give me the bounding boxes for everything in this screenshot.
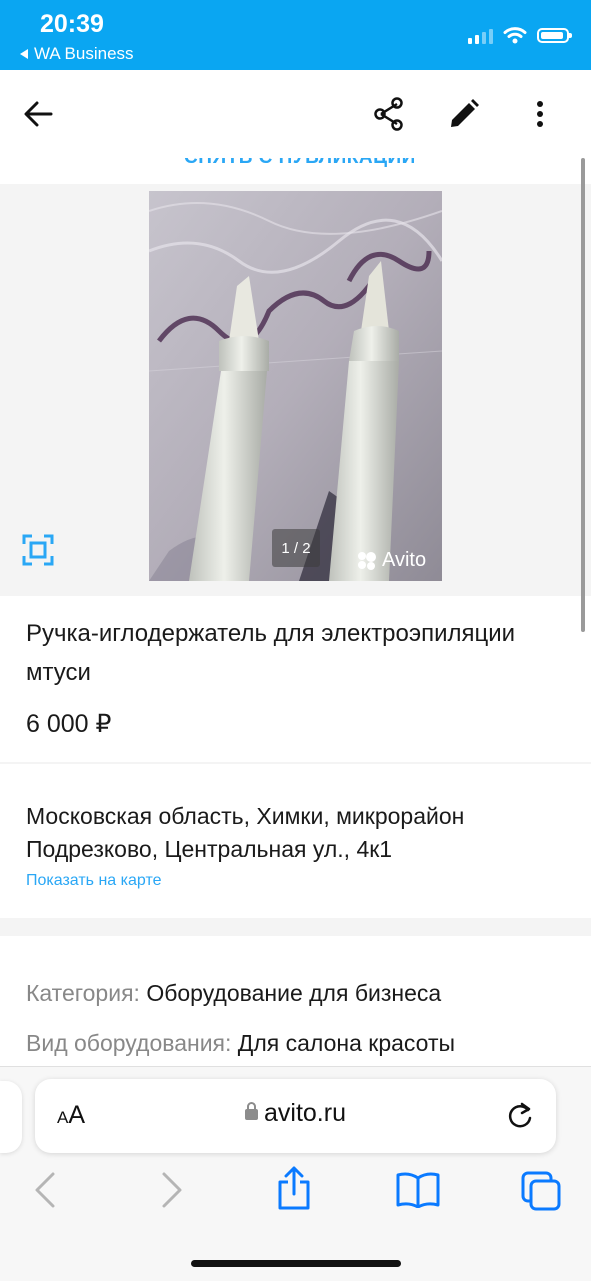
back-triangle-icon (20, 49, 28, 59)
battery-icon (537, 27, 572, 43)
fullscreen-button[interactable] (22, 534, 54, 566)
avito-logo-icon (358, 551, 376, 570)
previous-tab-peek[interactable] (0, 1081, 22, 1153)
forward-icon (162, 1172, 182, 1208)
property-key: Категория: (26, 980, 140, 1006)
back-app-label: WA Business (34, 44, 134, 63)
app-bar (0, 70, 591, 159)
browser-share-button[interactable] (276, 1166, 312, 1217)
share-icon (374, 97, 403, 131)
expand-icon (22, 534, 54, 566)
photo-image (149, 191, 442, 581)
show-on-map-link[interactable]: Показать на карте (26, 872, 161, 890)
property-value: Для салона красоты (237, 1030, 456, 1056)
lock-icon (245, 1102, 258, 1120)
tabs-icon (521, 1171, 561, 1211)
status-icons (468, 26, 572, 44)
property-category: Категория: Оборудование для бизнеса (26, 980, 441, 1007)
photo-counter: 1 / 2 (272, 529, 320, 567)
more-vert-icon (537, 101, 543, 127)
avito-watermark-text: Avito (382, 549, 427, 571)
more-options-button[interactable] (520, 94, 560, 134)
browser-forward-button[interactable] (160, 1170, 184, 1215)
back-button[interactable] (18, 94, 58, 134)
clock: 20:39 (40, 10, 104, 38)
browser-back-button[interactable] (33, 1170, 57, 1215)
unpublish-button[interactable]: СНЯТЬ С ПУБЛИКАЦИИ (0, 158, 591, 184)
wifi-icon (503, 27, 527, 44)
unpublish-label: СНЯТЬ С ПУБЛИКАЦИИ (184, 158, 416, 169)
bookmarks-icon (396, 1172, 440, 1209)
listing-address: Московская область, Химки, микрорайон По… (26, 803, 465, 862)
photo-gallery[interactable]: Avito 1 / 2 (0, 184, 591, 596)
avito-watermark: Avito (356, 549, 426, 572)
reload-icon (508, 1102, 532, 1128)
url-display[interactable]: avito.ru (35, 1099, 556, 1128)
share-button[interactable] (369, 94, 409, 134)
property-value: Оборудование для бизнеса (146, 980, 442, 1006)
signal-icon (468, 26, 493, 44)
listing-price: 6 000 ₽ (26, 710, 112, 738)
back-to-app-link[interactable]: WA Business (20, 44, 134, 64)
status-bar: 20:39 WA Business (0, 0, 591, 70)
listing-photo[interactable]: Avito (149, 191, 442, 581)
property-equipment-type: Вид оборудования: Для салона красоты (26, 1030, 455, 1057)
edit-pencil-icon (451, 99, 479, 127)
back-icon (35, 1172, 55, 1208)
listing-title: Ручка-иглодержатель для электроэпиляции … (26, 620, 516, 686)
share-icon (278, 1166, 310, 1210)
browser-tabs-button[interactable] (520, 1170, 562, 1217)
arrow-back-icon (24, 101, 53, 127)
scrollbar[interactable] (581, 158, 585, 632)
url-text: avito.ru (264, 1099, 346, 1127)
browser-bookmarks-button[interactable] (395, 1172, 441, 1213)
edit-button[interactable] (444, 94, 484, 134)
listing-header-card: Ручка-иглодержатель для электроэпиляции … (0, 596, 591, 762)
address-card: Московская область, Химки, микрорайон По… (0, 764, 591, 918)
home-indicator[interactable] (191, 1260, 401, 1267)
address-bar[interactable]: AA avito.ru (35, 1079, 556, 1153)
reload-button[interactable] (506, 1101, 534, 1136)
listing-content[interactable]: СНЯТЬ С ПУБЛИКАЦИИ (0, 158, 591, 1068)
property-key: Вид оборудования: (26, 1030, 232, 1056)
properties-card: Категория: Оборудование для бизнеса Вид … (0, 936, 591, 1068)
